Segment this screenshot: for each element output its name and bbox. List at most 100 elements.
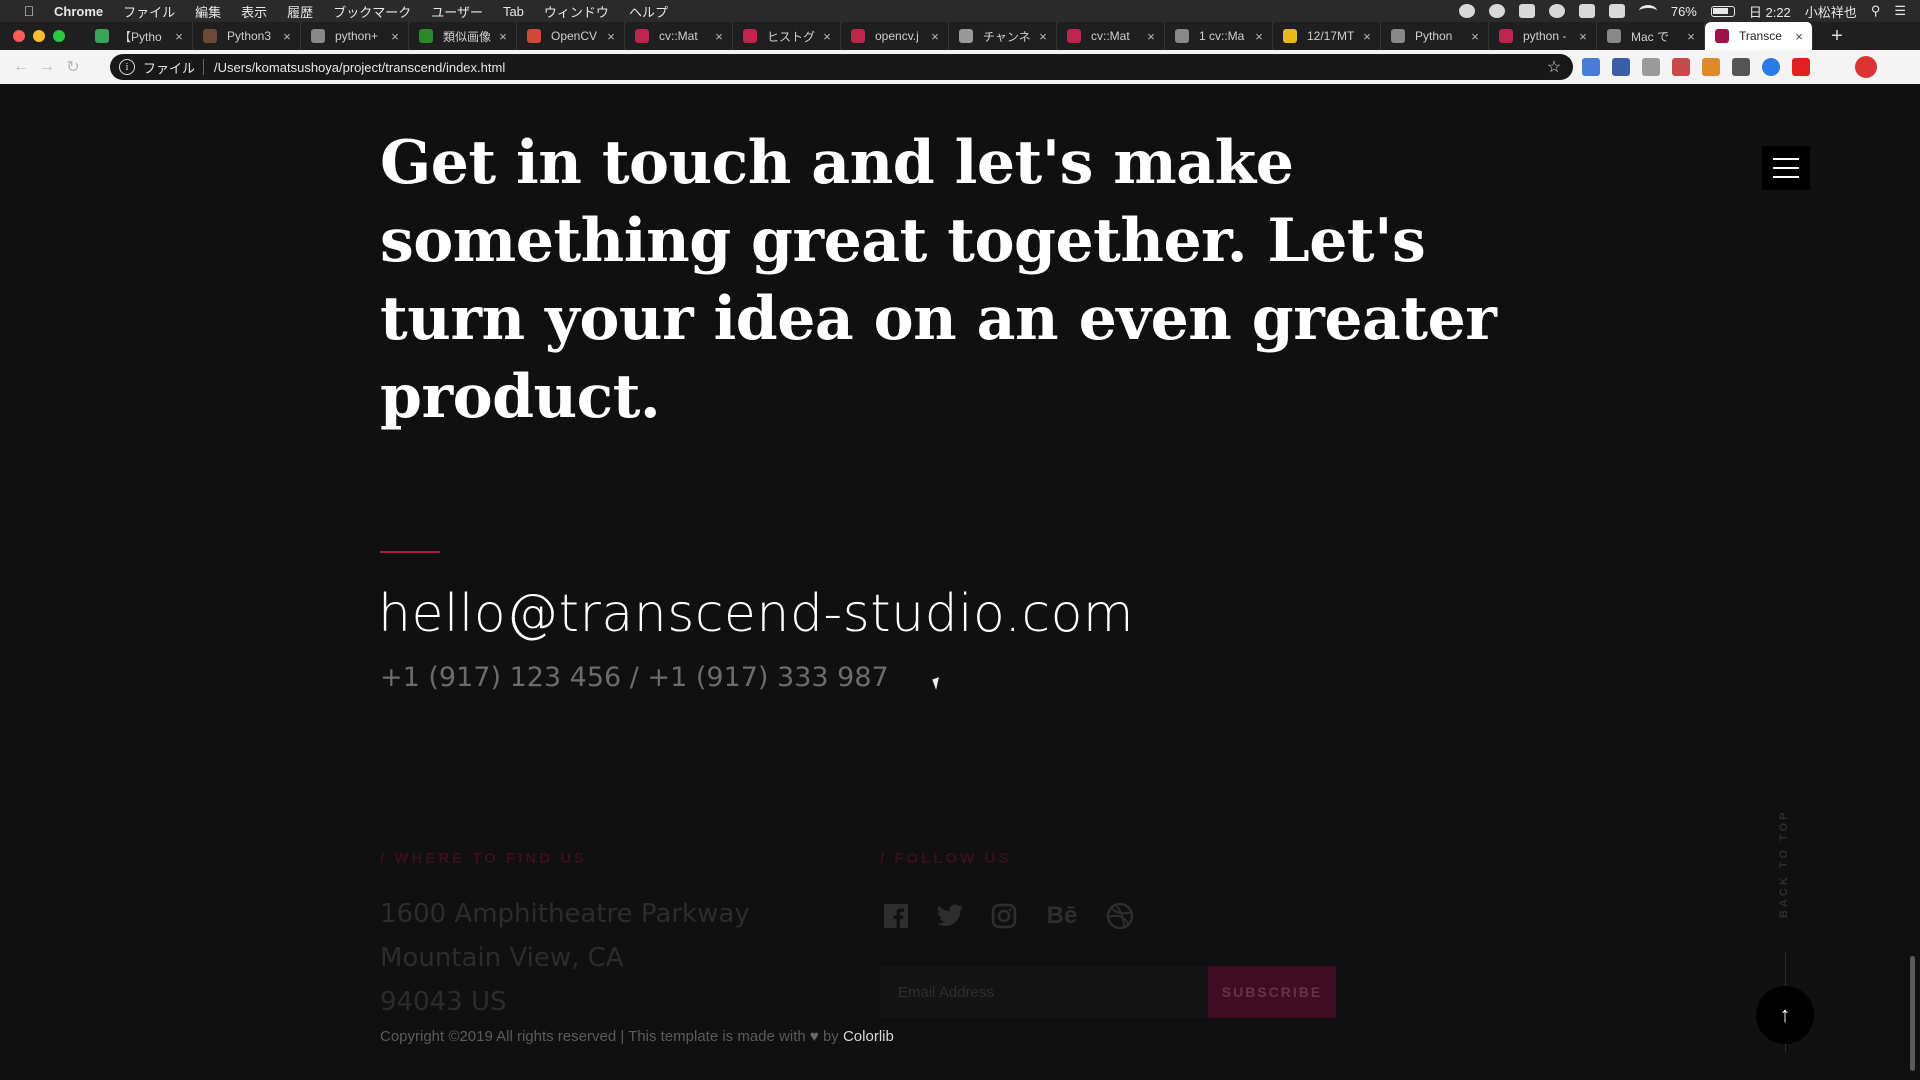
facebook-icon[interactable] bbox=[882, 902, 910, 930]
tab-close-icon[interactable]: × bbox=[928, 29, 942, 44]
tab-favicon-icon bbox=[203, 29, 217, 43]
input-method-icon[interactable] bbox=[1578, 4, 1595, 18]
tab-close-icon[interactable]: × bbox=[1468, 29, 1482, 44]
menu-tab[interactable]: Tab bbox=[503, 4, 524, 19]
browser-tab[interactable]: Python × bbox=[1381, 22, 1489, 50]
tab-close-icon[interactable]: × bbox=[712, 29, 726, 44]
menu-view[interactable]: 表示 bbox=[241, 2, 267, 21]
address-bar[interactable]: i ファイル /Users/komatsushoya/project/trans… bbox=[110, 54, 1573, 80]
browser-tab[interactable]: Transce × bbox=[1705, 22, 1813, 50]
browser-tab[interactable]: チャンネ × bbox=[949, 22, 1057, 50]
info-icon[interactable]: i bbox=[119, 59, 135, 75]
clock[interactable]: 日 2:22 bbox=[1749, 2, 1791, 21]
bookmark-star-icon[interactable]: ☆ bbox=[1543, 57, 1565, 77]
subscribe-button[interactable]: SUBSCRIBE bbox=[1208, 966, 1336, 1018]
tab-favicon-icon bbox=[95, 29, 109, 43]
notification-center-icon[interactable]: ☰ bbox=[1894, 3, 1906, 19]
adblock-extension-icon[interactable] bbox=[1672, 58, 1690, 76]
page-scrollbar[interactable] bbox=[1910, 956, 1915, 1071]
browser-tab[interactable]: 1 cv::Ma × bbox=[1165, 22, 1273, 50]
tab-favicon-icon bbox=[1283, 29, 1297, 43]
translate-extension-icon[interactable] bbox=[1582, 58, 1600, 76]
back-to-top-link[interactable]: BACK TO TOP bbox=[1774, 810, 1794, 934]
twitter-icon[interactable] bbox=[936, 902, 964, 930]
tab-close-icon[interactable]: × bbox=[820, 29, 834, 44]
menu-file[interactable]: ファイル bbox=[123, 2, 175, 21]
newsletter-email-input[interactable] bbox=[880, 966, 1208, 1018]
spotlight-search-icon[interactable]: ⚲ bbox=[1871, 3, 1881, 19]
camera-extension-icon[interactable] bbox=[1642, 58, 1660, 76]
dropbox-icon[interactable] bbox=[1518, 4, 1535, 18]
address-line-3: 94043 US bbox=[380, 987, 507, 1017]
dictionary-extension-icon[interactable] bbox=[1612, 58, 1630, 76]
grammarly-icon[interactable] bbox=[1488, 4, 1505, 18]
youtube-extension-icon[interactable] bbox=[1792, 58, 1810, 76]
creative-cloud-icon[interactable] bbox=[1548, 4, 1565, 18]
menu-people[interactable]: ユーザー bbox=[431, 2, 483, 21]
browser-tab[interactable]: 【Pytho × bbox=[85, 22, 193, 50]
record-icon[interactable] bbox=[1458, 4, 1475, 18]
close-window-icon[interactable] bbox=[13, 30, 25, 42]
tab-close-icon[interactable]: × bbox=[1360, 29, 1374, 44]
menu-app-chrome[interactable]: Chrome bbox=[54, 4, 103, 19]
contact-email-link[interactable]: hello@transcend-studio.com bbox=[378, 584, 1134, 644]
scroll-up-button[interactable]: ↑ bbox=[1756, 986, 1814, 1044]
arrow-up-icon: ↑ bbox=[1779, 1002, 1791, 1027]
hamburger-menu-icon[interactable] bbox=[1762, 146, 1810, 190]
browser-tab[interactable]: cv::Mat × bbox=[625, 22, 733, 50]
battery-icon[interactable] bbox=[1710, 5, 1735, 17]
apple-menu-icon[interactable]:  bbox=[20, 3, 38, 19]
follow-us-label: / FOLLOW US bbox=[880, 850, 1012, 867]
profile-avatar[interactable] bbox=[1855, 56, 1877, 78]
menu-bookmarks[interactable]: ブックマーク bbox=[333, 2, 411, 21]
zoom-window-icon[interactable] bbox=[53, 30, 65, 42]
dribbble-icon[interactable] bbox=[1106, 902, 1134, 930]
metamask-extension-icon[interactable] bbox=[1702, 58, 1720, 76]
browser-tab[interactable]: 類似画像 × bbox=[409, 22, 517, 50]
menu-window[interactable]: ウィンドウ bbox=[544, 2, 609, 21]
selenium-extension-icon[interactable] bbox=[1732, 58, 1750, 76]
browser-tab[interactable]: ヒストグ × bbox=[733, 22, 841, 50]
tab-title: ヒストグ bbox=[767, 29, 816, 44]
browser-tab[interactable]: python - × bbox=[1489, 22, 1597, 50]
minimize-window-icon[interactable] bbox=[33, 30, 45, 42]
tab-close-icon[interactable]: × bbox=[1036, 29, 1050, 44]
menu-help[interactable]: ヘルプ bbox=[629, 2, 668, 21]
back-arrow-icon[interactable]: ← bbox=[8, 54, 34, 80]
address-url[interactable]: /Users/komatsushoya/project/transcend/in… bbox=[214, 60, 1543, 75]
bluetooth-icon[interactable] bbox=[1608, 4, 1625, 18]
tab-title: Python3 bbox=[227, 29, 272, 43]
tab-title: cv::Mat bbox=[659, 29, 698, 43]
colorlib-link[interactable]: Colorlib bbox=[843, 1028, 894, 1045]
behance-icon[interactable]: Bē bbox=[1044, 902, 1080, 930]
tab-close-icon[interactable]: × bbox=[388, 29, 402, 44]
tab-close-icon[interactable]: × bbox=[280, 29, 294, 44]
browser-tab[interactable]: Python3 × bbox=[193, 22, 301, 50]
tab-close-icon[interactable]: × bbox=[604, 29, 618, 44]
browser-tab[interactable]: cv::Mat × bbox=[1057, 22, 1165, 50]
wifi-icon[interactable] bbox=[1638, 5, 1657, 17]
tab-close-icon[interactable]: × bbox=[172, 29, 186, 44]
browser-tab[interactable]: 12/17MT × bbox=[1273, 22, 1381, 50]
forward-arrow-icon[interactable]: → bbox=[34, 54, 60, 80]
macos-menubar:  Chrome ファイル 編集 表示 履歴 ブックマーク ユーザー Tab ウ… bbox=[0, 0, 1920, 22]
tab-close-icon[interactable]: × bbox=[496, 29, 510, 44]
tab-close-icon[interactable]: × bbox=[1576, 29, 1590, 44]
menu-edit[interactable]: 編集 bbox=[195, 2, 221, 21]
chrome-extension-icon[interactable] bbox=[1762, 58, 1780, 76]
menu-history[interactable]: 履歴 bbox=[287, 2, 313, 21]
browser-tab[interactable]: OpenCV × bbox=[517, 22, 625, 50]
reload-icon[interactable]: ↻ bbox=[60, 54, 86, 80]
tab-title: Python bbox=[1415, 29, 1453, 43]
tab-strip: 【Pytho × Python3 × python+ × 類似画像 × OpenCV × cv::M… bbox=[0, 22, 1920, 50]
new-tab-button[interactable]: + bbox=[1823, 22, 1851, 50]
tab-close-icon[interactable]: × bbox=[1684, 29, 1698, 44]
tab-close-icon[interactable]: × bbox=[1792, 29, 1806, 44]
instagram-icon[interactable] bbox=[990, 902, 1018, 930]
browser-tab[interactable]: python+ × bbox=[301, 22, 409, 50]
user-name[interactable]: 小松祥也 bbox=[1805, 2, 1857, 21]
browser-tab[interactable]: opencv.j × bbox=[841, 22, 949, 50]
tab-close-icon[interactable]: × bbox=[1144, 29, 1158, 44]
browser-tab[interactable]: Mac で × bbox=[1597, 22, 1705, 50]
tab-close-icon[interactable]: × bbox=[1252, 29, 1266, 44]
